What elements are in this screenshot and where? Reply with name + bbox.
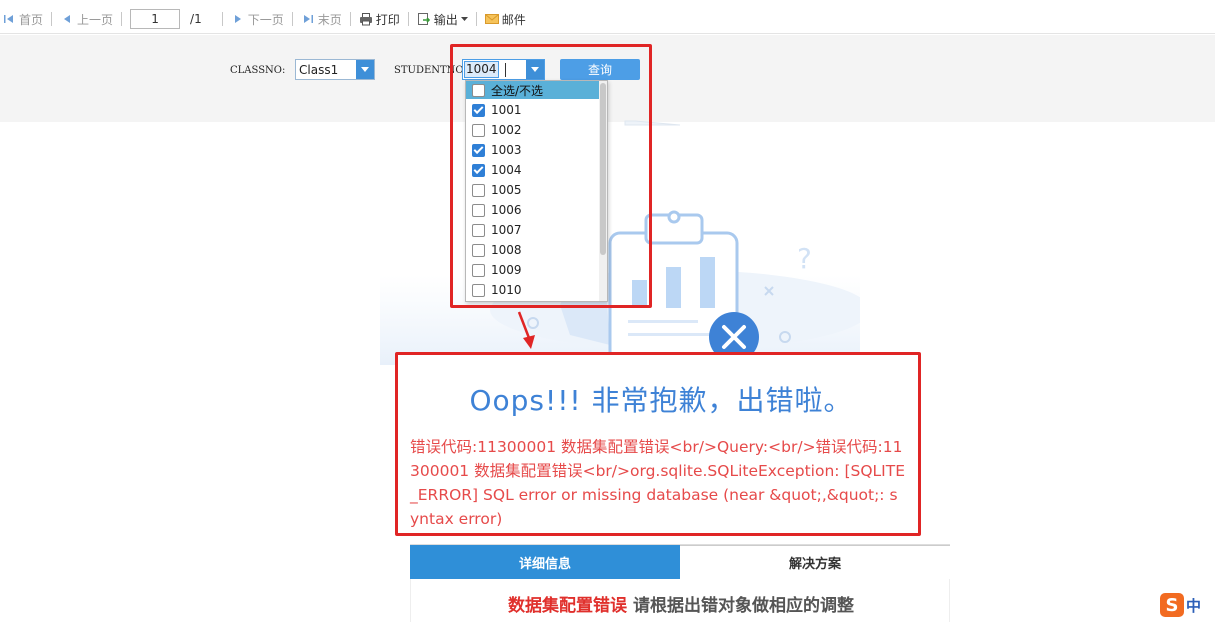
details-panel: 数据集配置错误 请根据出错对象做相应的调整 xyxy=(410,579,950,622)
annotation-box-dropdown xyxy=(450,44,652,308)
error-title: Oops!!! 非常抱歉，出错啦。 xyxy=(469,384,853,417)
export-button[interactable]: 输出 xyxy=(415,9,470,29)
last-page-icon xyxy=(303,15,313,23)
classno-combobox[interactable]: Class1 xyxy=(295,59,375,80)
toolbar-separator xyxy=(121,12,123,26)
prev-page-label: 上一页 xyxy=(77,12,114,27)
error-tabs: 详细信息 解决方案 xyxy=(410,544,950,579)
toolbar-separator xyxy=(349,12,351,26)
next-page-label: 下一页 xyxy=(247,12,284,27)
last-page-button[interactable]: 末页 xyxy=(299,9,344,29)
chevron-down-icon[interactable] xyxy=(356,60,374,79)
first-page-label: 首页 xyxy=(19,12,44,27)
chevron-down-icon xyxy=(460,16,468,21)
export-icon xyxy=(417,13,430,25)
annotation-box-error: Oops!!! 非常抱歉，出错啦。 错误代码:11300001 数据集配置错误<… xyxy=(395,352,921,536)
page-total: /1 xyxy=(190,12,202,26)
classno-value: Class1 xyxy=(299,62,339,77)
export-label: 输出 xyxy=(433,12,458,27)
annotation-arrow-icon xyxy=(517,311,535,349)
sogou-logo-icon: S xyxy=(1160,593,1184,617)
first-page-icon xyxy=(4,15,13,23)
ime-mode: 中 xyxy=(1186,596,1202,615)
details-line: 数据集配置错误 请根据出错对象做相应的调整 xyxy=(411,591,951,616)
toolbar-separator xyxy=(221,12,223,26)
first-page-button[interactable]: 首页 xyxy=(0,9,45,29)
classno-label: CLASSNO: xyxy=(230,65,286,76)
next-page-button[interactable]: 下一页 xyxy=(229,9,286,29)
toolbar-separator xyxy=(51,12,53,26)
error-name: 数据集配置错误 xyxy=(508,596,628,616)
next-page-icon xyxy=(234,15,241,23)
report-viewer: 首页 上一页 1 /1 下一页 末页 打印 输出 邮件 CLASSNO: Cla… xyxy=(0,0,1215,622)
mail-label: 邮件 xyxy=(501,12,526,27)
prev-page-button[interactable]: 上一页 xyxy=(58,9,115,29)
toolbar-separator xyxy=(291,12,293,26)
page-number-input[interactable]: 1 xyxy=(130,9,181,29)
print-button[interactable]: 打印 xyxy=(357,9,402,29)
question-mark-icon: ? xyxy=(797,242,812,275)
ime-indicator[interactable]: S 中 xyxy=(1160,592,1210,618)
printer-icon xyxy=(359,13,372,26)
toolbar-separator xyxy=(407,12,409,26)
report-toolbar: 首页 上一页 1 /1 下一页 末页 打印 输出 邮件 xyxy=(0,5,1215,34)
tab-solution[interactable]: 解决方案 xyxy=(680,545,950,579)
error-message: 错误代码:11300001 数据集配置错误<br/>Query:<br/>错误代… xyxy=(410,438,906,528)
prev-page-icon xyxy=(64,15,71,23)
mail-icon xyxy=(484,14,499,24)
toolbar-separator xyxy=(475,12,477,26)
print-label: 打印 xyxy=(375,12,400,27)
error-hint: 请根据出错对象做相应的调整 xyxy=(632,596,854,616)
last-page-label: 末页 xyxy=(317,12,342,27)
tab-details[interactable]: 详细信息 xyxy=(410,545,680,579)
mail-button[interactable]: 邮件 xyxy=(483,9,528,29)
